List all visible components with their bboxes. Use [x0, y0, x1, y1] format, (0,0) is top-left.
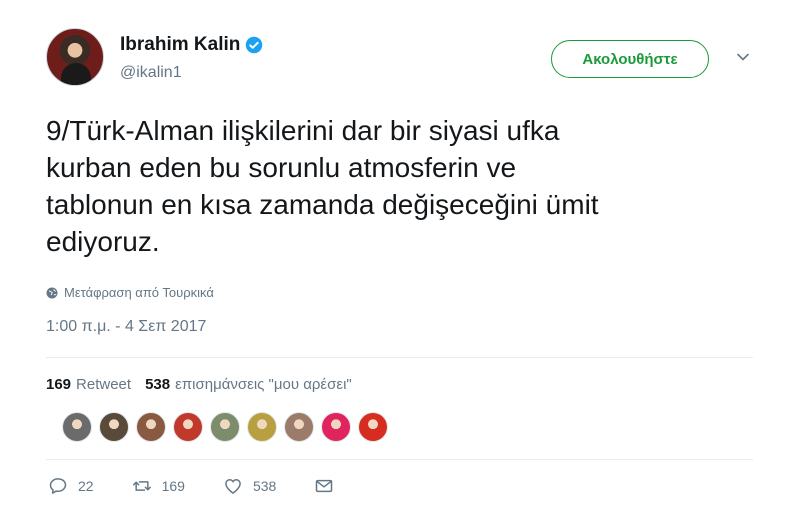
translate-label: Μετάφραση από Τουρκικά [64, 285, 214, 300]
translate-link[interactable]: Μετάφραση από Τουρκικά [46, 285, 214, 300]
like-stat[interactable]: 538 επισημάνσεις "μου αρέσει" [145, 376, 352, 393]
author-name[interactable]: Ibrahim Kalin [120, 34, 240, 56]
tweet-text: 9/Türk-Alman ilişkilerini dar bir siyasi… [46, 112, 766, 260]
retweet-stat[interactable]: 169 Retweet [46, 376, 131, 393]
like-stat-label: επισημάνσεις "μου αρέσει" [175, 376, 352, 393]
tweet-text-line: ediyoruz. [46, 226, 160, 257]
retweet-icon [132, 481, 151, 491]
liker-avatar[interactable] [247, 412, 277, 442]
retweet-count: 169 [161, 478, 185, 494]
reply-count: 22 [78, 478, 94, 494]
tweet-text-line: tablonun en kısa zamanda değişeceğini üm… [46, 189, 599, 220]
liker-avatar[interactable] [210, 412, 240, 442]
like-button[interactable]: 538 [223, 476, 276, 496]
heart-icon [225, 479, 241, 494]
reply-icon [49, 478, 67, 494]
author-handle[interactable]: @ikalin1 [120, 64, 182, 82]
liker-avatar[interactable] [62, 412, 92, 442]
liker-avatar[interactable] [358, 412, 388, 442]
author-avatar[interactable] [46, 28, 104, 86]
liker-avatar[interactable] [321, 412, 351, 442]
like-stat-count: 538 [145, 376, 171, 393]
retweet-button[interactable]: 169 [132, 476, 185, 496]
liker-avatars [62, 412, 388, 442]
liker-avatar[interactable] [284, 412, 314, 442]
globe-icon [46, 287, 58, 298]
liker-avatar[interactable] [173, 412, 203, 442]
retweet-stat-label: Retweet [76, 376, 132, 393]
tweet-timestamp[interactable]: 1:00 π.μ. - 4 Σεπ 2017 [46, 318, 206, 336]
verified-badge-icon [246, 36, 263, 54]
chevron-down-icon[interactable] [736, 50, 750, 64]
tweet-header: Ibrahim Kalin @ikalin1 Ακολουθήστε [46, 28, 766, 92]
reply-button[interactable]: 22 [48, 476, 94, 496]
divider [46, 357, 753, 358]
tweet-text-line: 9/Türk-Alman ilişkilerini dar bir siyasi… [46, 115, 560, 146]
direct-message-button[interactable] [314, 476, 344, 496]
author-name-line: Ibrahim Kalin [120, 34, 263, 56]
liker-avatar[interactable] [136, 412, 166, 442]
follow-button[interactable]: Ακολουθήστε [551, 40, 709, 78]
tweet-stats: 169 Retweet 538 επισημάνσεις "μου αρέσει… [46, 376, 352, 393]
tweet-text-line: kurban eden bu sorunlu atmosferin ve [46, 152, 517, 183]
envelope-icon [316, 479, 333, 493]
retweet-stat-count: 169 [46, 376, 72, 393]
like-count: 538 [252, 478, 277, 494]
tweet-actions: 22 169 538 [48, 476, 382, 496]
liker-avatar[interactable] [99, 412, 129, 442]
divider [46, 459, 753, 460]
